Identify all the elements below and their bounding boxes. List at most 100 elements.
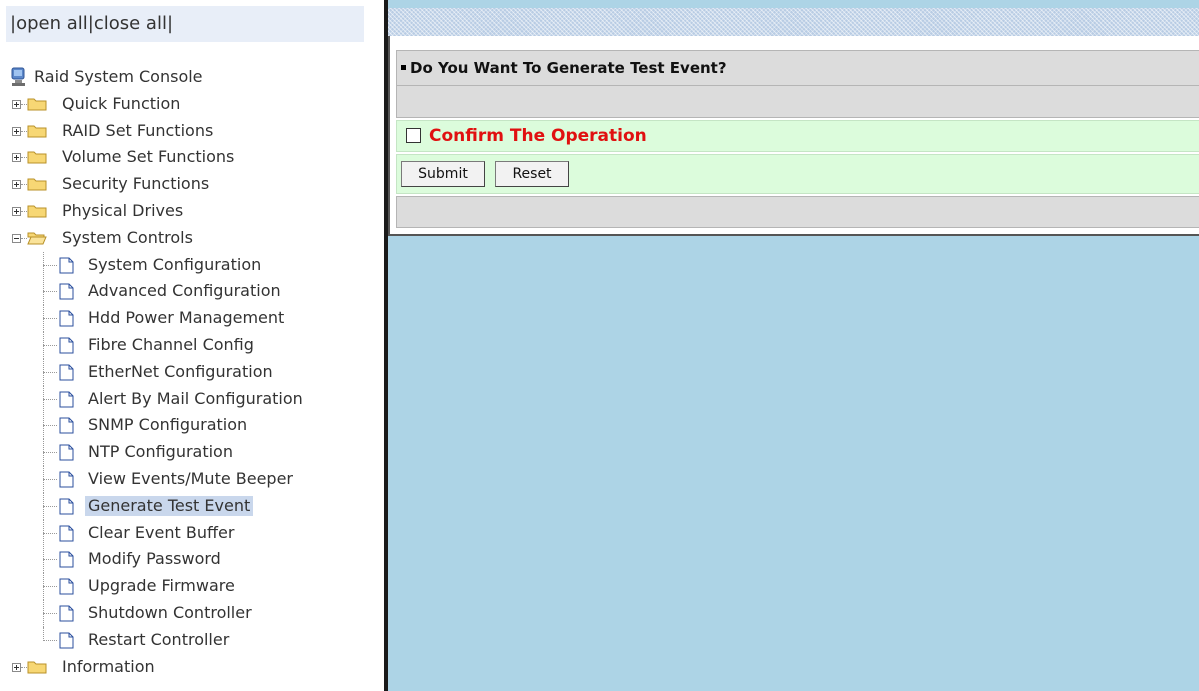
tree-item: Modify Password	[0, 546, 384, 574]
reset-button[interactable]: Reset	[495, 161, 569, 187]
folder-icon	[27, 98, 47, 111]
tree-item-label[interactable]: Clear Event Buffer	[85, 523, 237, 543]
tree-connector	[43, 291, 57, 293]
tree-item: Restart Controller	[0, 626, 384, 654]
navigation-tree: Raid System Console Quick Function RAID S…	[0, 64, 384, 680]
folder-icon	[27, 661, 47, 674]
tree-item-label[interactable]: SNMP Configuration	[85, 415, 250, 435]
tree-item-label[interactable]: Shutdown Controller	[85, 603, 255, 623]
tree-connector	[43, 398, 57, 400]
confirm-row: Confirm The Operation	[396, 120, 1199, 152]
document-icon	[59, 310, 74, 327]
expand-icon[interactable]	[12, 662, 21, 672]
tree-connector	[43, 318, 57, 320]
expand-icon[interactable]	[12, 180, 21, 190]
tree-item: NTP Configuration	[0, 439, 384, 467]
tree-item: Alert By Mail Configuration	[0, 385, 384, 413]
bullet-icon	[401, 65, 406, 70]
document-icon	[59, 364, 74, 381]
tree-item-label[interactable]: Upgrade Firmware	[85, 576, 238, 596]
tree-item-label[interactable]: Generate Test Event	[85, 495, 254, 516]
navigation-frame: |open all|close all| Raid System Console…	[0, 0, 384, 691]
tree-item-label[interactable]: NTP Configuration	[85, 442, 236, 462]
tree-connector	[43, 586, 57, 588]
submit-button[interactable]: Submit	[401, 161, 485, 187]
expand-icon[interactable]	[12, 99, 21, 109]
tree-connector	[43, 478, 57, 480]
collapse-icon[interactable]	[12, 233, 21, 243]
document-icon	[59, 498, 74, 515]
open-close-bar: |open all|close all|	[6, 6, 364, 42]
folder-icon	[27, 151, 47, 164]
footer-spacer	[396, 196, 1199, 228]
tree-item-label[interactable]: Modify Password	[85, 549, 224, 569]
document-icon	[59, 551, 74, 568]
close-all-link[interactable]: close all	[94, 13, 167, 34]
confirm-label[interactable]: Confirm The Operation	[429, 121, 647, 151]
tree-item-label[interactable]: Hdd Power Management	[85, 308, 287, 328]
tree-connector	[43, 612, 57, 614]
tree-connector	[43, 371, 57, 373]
tree-item-label[interactable]: EtherNet Configuration	[85, 362, 276, 382]
tree-connector	[43, 639, 57, 641]
document-icon	[59, 337, 74, 354]
tree-group: System Controls	[0, 225, 384, 252]
folder-icon	[27, 205, 47, 218]
tree-group-label[interactable]: Volume Set Functions	[59, 147, 237, 167]
tree-item: EtherNet Configuration	[0, 358, 384, 386]
panel-header: Do You Want To Generate Test Event?	[396, 50, 1199, 86]
tree-item-label[interactable]: Fibre Channel Config	[85, 335, 257, 355]
tree-connector	[43, 626, 44, 641]
tree-item-label[interactable]: Advanced Configuration	[85, 281, 284, 301]
folder-icon	[27, 125, 47, 138]
computer-icon	[11, 67, 25, 86]
tree-connector	[43, 344, 57, 346]
tree-item-label[interactable]: System Configuration	[85, 255, 264, 275]
tree-group-label[interactable]: Information	[59, 657, 158, 677]
expand-icon[interactable]	[12, 206, 21, 216]
folder-icon	[27, 178, 47, 191]
document-icon	[59, 444, 74, 461]
tree-connector	[43, 532, 57, 534]
document-icon	[59, 391, 74, 408]
tree-group-label[interactable]: RAID Set Functions	[59, 121, 216, 141]
open-all-link[interactable]: open all	[16, 13, 88, 34]
tree-connector	[43, 264, 57, 266]
confirm-checkbox[interactable]	[406, 128, 421, 143]
tree-item-label[interactable]: Restart Controller	[85, 630, 232, 650]
tree-item: Generate Test Event	[0, 492, 384, 520]
document-icon	[59, 417, 74, 434]
header-spacer	[396, 86, 1199, 118]
tree-item: System Configuration	[0, 251, 384, 279]
tree-group-label[interactable]: Security Functions	[59, 174, 212, 194]
tree-connector	[43, 505, 57, 507]
tree-item: View Events/Mute Beeper	[0, 465, 384, 493]
tree-connector	[43, 559, 57, 561]
tree-item: Hdd Power Management	[0, 305, 384, 333]
tree-group-label[interactable]: Physical Drives	[59, 201, 186, 221]
tree-root-label[interactable]: Raid System Console	[31, 67, 206, 87]
document-icon	[59, 632, 74, 649]
tree-groups: Quick Function RAID Set Functions Volume S…	[0, 91, 384, 252]
expand-icon[interactable]	[12, 153, 21, 163]
tree-item: Clear Event Buffer	[0, 519, 384, 547]
folder-open-icon	[27, 232, 47, 245]
tree-item: Upgrade Firmware	[0, 573, 384, 601]
document-icon	[59, 471, 74, 488]
tree-item-label[interactable]: Alert By Mail Configuration	[85, 389, 306, 409]
document-icon	[59, 578, 74, 595]
page-title: Do You Want To Generate Test Event?	[410, 59, 727, 77]
tree-group: Volume Set Functions	[0, 144, 384, 171]
tree-item: Shutdown Controller	[0, 599, 384, 627]
tree-group: RAID Set Functions	[0, 118, 384, 145]
expand-icon[interactable]	[12, 126, 21, 136]
document-icon	[59, 283, 74, 300]
tree-item: Fibre Channel Config	[0, 331, 384, 359]
main-frame: Do You Want To Generate Test Event? Conf…	[388, 0, 1199, 691]
system-controls-items: System Configuration Advanced Configurati…	[0, 251, 384, 654]
tree-group: Quick Function	[0, 91, 384, 118]
tree-group: Security Functions	[0, 171, 384, 198]
tree-item-label[interactable]: View Events/Mute Beeper	[85, 469, 296, 489]
tree-group-label[interactable]: System Controls	[59, 228, 196, 248]
tree-group-label[interactable]: Quick Function	[59, 94, 183, 114]
